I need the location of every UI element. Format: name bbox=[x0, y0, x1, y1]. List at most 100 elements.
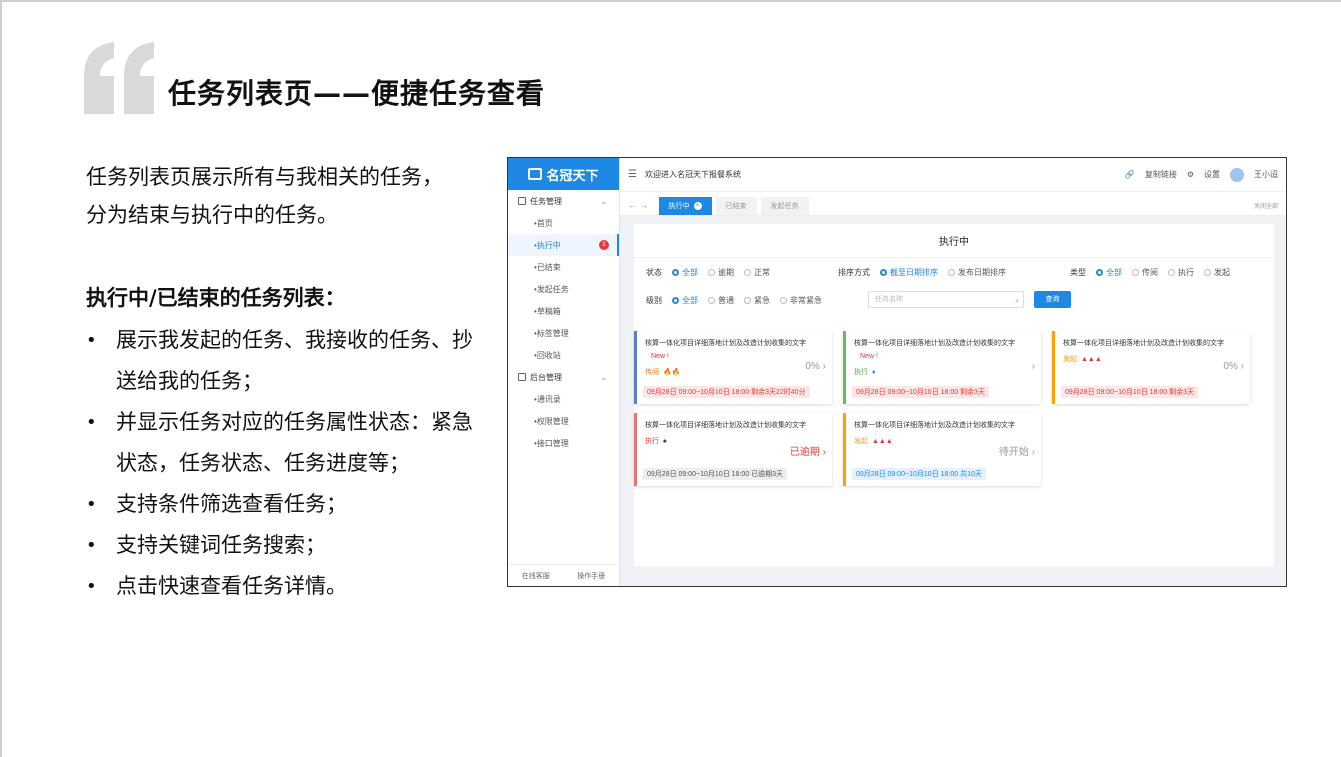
chevron-down-icon: ⌄ bbox=[600, 372, 607, 382]
filter-label: 状态 bbox=[646, 268, 662, 277]
task-card[interactable]: 核算一体化项目详细落地计划及改造计划收集的文字 发起 ▲▲▲ 0% › 09月28… bbox=[1052, 331, 1250, 404]
sidebar-item-create[interactable]: • 发起任务 bbox=[508, 278, 619, 300]
menu-label: 接口管理 bbox=[536, 438, 569, 448]
list-item-text: 点击快速查看任务详情。 bbox=[116, 574, 347, 598]
sidebar: 名冠天下 任务管理 ⌄ • 首页 • 执行中 2 • 已结束 • 发起任务 • 草稿… bbox=[508, 158, 620, 586]
sidebar-item-tags[interactable]: • 标签管理 bbox=[508, 322, 619, 344]
task-card[interactable]: 核算一体化项目详细落地计划及改造计划收集的文字 执行 ♠ 已逾期 › 09月28日… bbox=[634, 413, 832, 486]
search-icon[interactable]: ⌕ bbox=[1015, 294, 1019, 309]
tab-create[interactable]: 发起任务 bbox=[760, 197, 809, 215]
radio-label: 发布日期排序 bbox=[958, 268, 1006, 277]
list-item-text: 支持关键词任务搜索； bbox=[116, 533, 326, 557]
task-progress: 待开始 › bbox=[999, 443, 1035, 458]
radio-icon bbox=[1132, 269, 1139, 276]
welcome-text: 欢迎进入名冠天下报餐系统 bbox=[644, 170, 741, 179]
radio-icon bbox=[1096, 269, 1103, 276]
flame-icon: ▲▲▲ bbox=[1081, 355, 1102, 363]
radio-label: 紧急 bbox=[754, 296, 770, 305]
avatar[interactable] bbox=[1230, 167, 1244, 182]
copy-link-button[interactable]: 复制链接 bbox=[1145, 169, 1177, 180]
task-date: 09月28日 09:00~10月10日 18:00 剩余3天 bbox=[1061, 386, 1198, 398]
query-button[interactable]: 查询 bbox=[1034, 291, 1071, 308]
list-subhead: 执行中/已结束的任务列表： bbox=[86, 286, 346, 310]
filter-label: 排序方式 bbox=[838, 268, 870, 277]
radio-option[interactable]: 非常紧急 bbox=[780, 295, 822, 306]
task-date: 09月28日 09:00~10月10日 18:00 共10天 bbox=[852, 468, 986, 480]
chevron-right-icon: › bbox=[1031, 447, 1035, 458]
top-bar: ☰ 欢迎进入名冠天下报餐系统 🔗 复制链接 ⚙ 设置 王小迢 bbox=[620, 158, 1286, 192]
sidebar-item-home[interactable]: • 首页 bbox=[508, 212, 619, 234]
radio-option[interactable]: 截至日期排序 bbox=[880, 267, 938, 278]
menu-group-task[interactable]: 任务管理 ⌄ bbox=[508, 190, 619, 212]
task-title: 核算一体化项目详细落地计划及改造计划收集的文字 bbox=[1063, 340, 1224, 347]
task-date: 09月28日 09:00~10月10日 18:00 已逾期3天 bbox=[643, 468, 787, 480]
bullet-icon: • bbox=[86, 330, 97, 351]
tab-label: 发起任务 bbox=[770, 203, 799, 210]
menu-label: 标签管理 bbox=[536, 328, 569, 338]
flame-icon: ♦ bbox=[872, 368, 876, 376]
task-icon bbox=[518, 197, 526, 205]
radio-option[interactable]: 发布日期排序 bbox=[948, 267, 1006, 278]
tab-executing[interactable]: 执行中 × bbox=[658, 197, 712, 215]
sidebar-item-executing[interactable]: • 执行中 2 bbox=[508, 234, 619, 256]
sidebar-item-contacts[interactable]: • 通讯录 bbox=[508, 388, 619, 410]
radio-label: 执行 bbox=[1178, 268, 1194, 277]
filter-label: 类型 bbox=[1070, 268, 1086, 277]
task-title: 核算一体化项目详细落地计划及改造计划收集的文字 bbox=[854, 422, 1015, 429]
tab-finished[interactable]: 已结束 bbox=[715, 197, 757, 215]
radio-option[interactable]: 全部 bbox=[1096, 267, 1122, 278]
support-link[interactable]: 在线客服 bbox=[522, 571, 550, 581]
list-item: • 并显示任务对应的任务属性状态：紧急状态，任务状态、任务进度等； bbox=[86, 402, 486, 484]
app-screenshot: 名冠天下 任务管理 ⌄ • 首页 • 执行中 2 • 已结束 • 发起任务 • 草稿… bbox=[507, 157, 1287, 587]
search-input[interactable]: 任务名称 ⌕ bbox=[868, 291, 1024, 308]
radio-label: 非常紧急 bbox=[790, 296, 822, 305]
radio-label: 全部 bbox=[682, 268, 698, 277]
user-name[interactable]: 王小迢 bbox=[1254, 169, 1278, 180]
radio-option[interactable]: 正常 bbox=[744, 267, 770, 278]
sidebar-item-drafts[interactable]: • 草稿箱 bbox=[508, 300, 619, 322]
menu-label: 执行中 bbox=[536, 240, 561, 250]
close-icon[interactable]: × bbox=[693, 202, 702, 210]
flame-icon: ♠ bbox=[663, 437, 667, 445]
radio-label: 截至日期排序 bbox=[890, 268, 938, 277]
radio-option[interactable]: 传阅 bbox=[1132, 267, 1158, 278]
logo-icon bbox=[528, 168, 543, 180]
flame-icon: ▲▲▲ bbox=[872, 437, 893, 445]
settings-button[interactable]: 设置 bbox=[1204, 169, 1220, 180]
task-card[interactable]: 核算一体化项目详细落地计划及改造计划收集的文字 New ! 执行 ♦ › 09月28… bbox=[843, 331, 1041, 404]
sidebar-item-permissions[interactable]: • 权限管理 bbox=[508, 410, 619, 432]
task-card[interactable]: 核算一体化项目详细落地计划及改造计划收集的文字 发起 ▲▲▲ 待开始 › 09月2… bbox=[843, 413, 1041, 486]
intro-text: 任务列表页展示所有与我相关的任务， 分为结束与执行中的任务。 bbox=[86, 158, 476, 234]
bullet-icon: • bbox=[86, 535, 97, 556]
chevron-down-icon: ⌄ bbox=[600, 196, 607, 206]
radio-icon bbox=[672, 297, 679, 304]
manual-link[interactable]: 操作手册 bbox=[577, 571, 605, 581]
progress-value: 0% bbox=[1223, 361, 1238, 372]
progress-value: 已逾期 bbox=[789, 447, 820, 458]
logo-text: 名冠天下 bbox=[546, 167, 599, 183]
task-card[interactable]: 核算一体化项目详细落地计划及改造计划收集的文字 New ! 传阅 🔥🔥 0% › 0… bbox=[634, 331, 832, 404]
radio-label: 发起 bbox=[1214, 268, 1230, 277]
task-title: 核算一体化项目详细落地计划及改造计划收集的文字 bbox=[645, 422, 806, 429]
radio-option[interactable]: 发起 bbox=[1204, 267, 1230, 278]
close-all-button[interactable]: 关闭全部 bbox=[1254, 201, 1278, 210]
nav-arrows-icon[interactable]: ← → bbox=[628, 200, 649, 210]
radio-option[interactable]: 执行 bbox=[1168, 267, 1194, 278]
radio-option[interactable]: 逾期 bbox=[708, 267, 734, 278]
app-logo[interactable]: 名冠天下 bbox=[508, 158, 619, 190]
menu-group-admin[interactable]: 后台管理 ⌄ bbox=[508, 366, 619, 388]
radio-option[interactable]: 普通 bbox=[708, 295, 734, 306]
link-icon[interactable]: 🔗 bbox=[1125, 170, 1135, 179]
panel-title: 执行中 bbox=[634, 224, 1274, 258]
top-actions: 🔗 复制链接 ⚙ 设置 王小迢 bbox=[1125, 167, 1278, 182]
slide-title: 任务列表页——便捷任务查看 bbox=[168, 77, 546, 110]
radio-option[interactable]: 全部 bbox=[672, 267, 698, 278]
menu-icon[interactable]: ☰ bbox=[628, 169, 637, 180]
sidebar-item-trash[interactable]: • 回收站 bbox=[508, 344, 619, 366]
sidebar-item-finished[interactable]: • 已结束 bbox=[508, 256, 619, 278]
task-panel: 执行中 状态 全部 逾期 正常 排序方式 截至日期排序 发布日期排序 类型 全部… bbox=[634, 224, 1274, 566]
radio-option[interactable]: 全部 bbox=[672, 295, 698, 306]
sidebar-item-api[interactable]: • 接口管理 bbox=[508, 432, 619, 454]
gear-icon[interactable]: ⚙ bbox=[1187, 170, 1194, 179]
radio-option[interactable]: 紧急 bbox=[744, 295, 770, 306]
